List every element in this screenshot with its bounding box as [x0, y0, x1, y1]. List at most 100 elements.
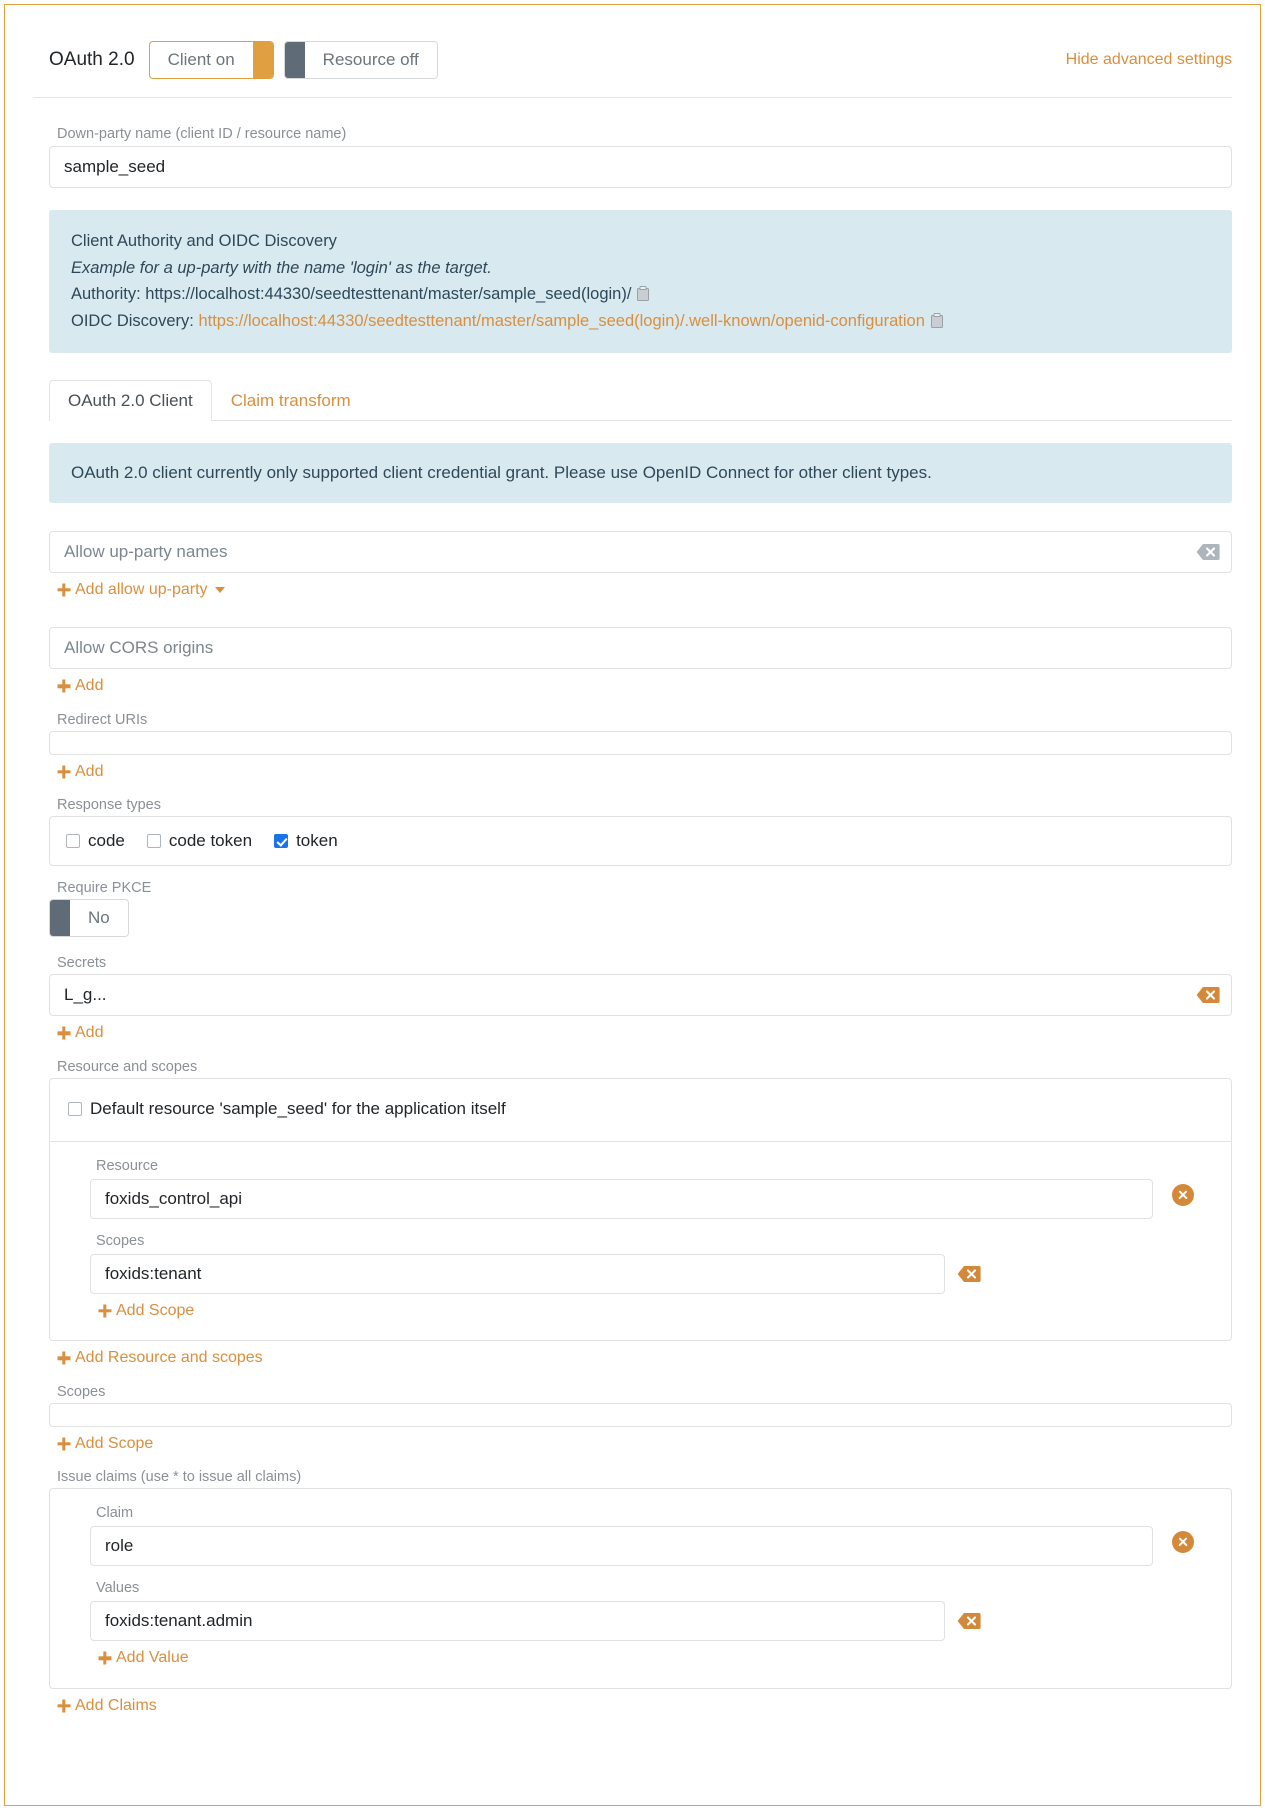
redirect-uris-group: Redirect URIs Add	[49, 712, 1232, 784]
authority-url: https://localhost:44330/seedtesttenant/m…	[145, 285, 631, 303]
copy-icon[interactable]	[637, 283, 649, 298]
resource-scope-input[interactable]	[90, 1254, 945, 1294]
down-party-name-input[interactable]	[49, 146, 1232, 188]
checkbox-checked-icon[interactable]	[274, 834, 288, 848]
response-types-group: Response types code code token token	[49, 797, 1232, 866]
toggle-group: Client on Resource off	[149, 41, 438, 79]
resource-card: Resource Scopes	[49, 1141, 1232, 1342]
plus-icon	[57, 765, 70, 778]
add-scope-link[interactable]: Add Scope	[57, 1435, 153, 1453]
checkbox-icon[interactable]	[66, 834, 80, 848]
clear-icon[interactable]	[1196, 986, 1220, 1004]
client-authority-info-box: Client Authority and OIDC Discovery Exam…	[49, 210, 1232, 353]
secrets-input[interactable]	[49, 974, 1232, 1016]
plus-icon	[57, 1352, 70, 1365]
plus-icon	[57, 1027, 70, 1040]
client-toggle[interactable]: Client on	[149, 41, 274, 79]
allow-up-party-group: Add allow up-party	[49, 531, 1232, 602]
checkbox-icon[interactable]	[68, 1102, 82, 1116]
allow-up-party-input[interactable]	[49, 531, 1232, 573]
issue-claims-group: Issue claims (use * to issue all claims)…	[49, 1469, 1232, 1717]
response-type-code-token-label: code token	[169, 831, 252, 851]
discovery-url-link[interactable]: https://localhost:44330/seedtesttenant/m…	[198, 312, 924, 330]
add-redirect-uri-label: Add	[75, 763, 103, 781]
oauth-header: OAuth 2.0 Client on Resource off Hide ad…	[5, 5, 1260, 87]
require-pkce-toggle-knob	[50, 900, 70, 936]
hide-advanced-settings-link[interactable]: Hide advanced settings	[1066, 51, 1232, 69]
response-type-code[interactable]: code	[66, 831, 125, 851]
add-resource-and-scopes-label: Add Resource and scopes	[75, 1349, 263, 1367]
response-types-panel: code code token token	[49, 816, 1232, 866]
authority-line: Authority: https://localhost:44330/seedt…	[71, 281, 1210, 308]
checkbox-icon[interactable]	[147, 834, 161, 848]
add-secret-link[interactable]: Add	[57, 1024, 103, 1042]
add-value-label: Add Value	[116, 1649, 189, 1667]
resource-and-scopes-label: Resource and scopes	[57, 1059, 1232, 1075]
scopes-input[interactable]	[49, 1403, 1232, 1427]
resource-input[interactable]	[90, 1179, 1153, 1219]
add-redirect-uri-link[interactable]: Add	[57, 763, 103, 781]
claim-card: Claim Values	[49, 1488, 1232, 1689]
authority-info-example: Example for a up-party with the name 'lo…	[71, 255, 1210, 282]
add-cors-origin-label: Add	[75, 677, 103, 695]
add-allow-up-party-link[interactable]: Add allow up-party	[57, 581, 225, 599]
down-party-name-group: Down-party name (client ID / resource na…	[49, 126, 1232, 188]
scopes-group: Scopes Add Scope	[49, 1384, 1232, 1456]
tab-oauth-client[interactable]: OAuth 2.0 Client	[49, 380, 212, 421]
page-title: OAuth 2.0	[49, 49, 135, 71]
authority-prefix: Authority:	[71, 285, 145, 303]
require-pkce-toggle[interactable]: No	[49, 899, 129, 937]
page-frame: OAuth 2.0 Client on Resource off Hide ad…	[4, 4, 1261, 1806]
issue-claims-label: Issue claims (use * to issue all claims)	[57, 1469, 1232, 1485]
clear-icon[interactable]	[957, 1265, 981, 1283]
tab-bar: OAuth 2.0 Client Claim transform	[49, 379, 1232, 421]
add-scope-link[interactable]: Add Scope	[98, 1302, 194, 1320]
cors-origins-input[interactable]	[49, 627, 1232, 669]
copy-icon[interactable]	[931, 310, 943, 325]
resource-label: Resource	[96, 1158, 1153, 1174]
resource-toggle[interactable]: Resource off	[284, 41, 438, 79]
redirect-uris-label: Redirect URIs	[57, 712, 1232, 728]
require-pkce-label: Require PKCE	[57, 880, 1232, 896]
add-claims-label: Add Claims	[75, 1697, 157, 1715]
down-party-name-label: Down-party name (client ID / resource na…	[57, 126, 1232, 142]
add-scope-label: Add Scope	[116, 1302, 194, 1320]
add-resource-and-scopes-link[interactable]: Add Resource and scopes	[57, 1349, 263, 1367]
resource-toggle-label: Resource off	[305, 42, 437, 78]
redirect-uris-input[interactable]	[49, 731, 1232, 755]
client-toggle-knob	[253, 42, 273, 78]
claim-input[interactable]	[90, 1526, 1153, 1566]
plus-icon	[57, 680, 70, 693]
values-label: Values	[96, 1580, 1153, 1596]
chevron-down-icon	[215, 587, 225, 593]
add-claims-link[interactable]: Add Claims	[57, 1697, 157, 1715]
plus-icon	[57, 583, 70, 596]
delete-claim-icon[interactable]	[1172, 1531, 1194, 1553]
claim-label: Claim	[96, 1505, 1153, 1521]
clear-icon[interactable]	[1196, 543, 1220, 561]
scopes-label: Scopes	[57, 1384, 1232, 1400]
add-value-link[interactable]: Add Value	[98, 1649, 189, 1667]
client-toggle-label: Client on	[150, 42, 253, 78]
add-cors-origin-link[interactable]: Add	[57, 677, 103, 695]
default-resource-label: Default resource 'sample_seed' for the a…	[90, 1099, 506, 1119]
add-scope-label: Add Scope	[75, 1435, 153, 1453]
plus-icon	[98, 1652, 111, 1665]
response-type-code-token[interactable]: code token	[147, 831, 252, 851]
discovery-line: OIDC Discovery: https://localhost:44330/…	[71, 308, 1210, 335]
add-allow-up-party-label: Add allow up-party	[75, 581, 208, 599]
response-type-token[interactable]: token	[274, 831, 338, 851]
clear-icon[interactable]	[957, 1612, 981, 1630]
default-resource-panel: Default resource 'sample_seed' for the a…	[49, 1078, 1232, 1141]
secrets-group: Secrets Add	[49, 955, 1232, 1045]
default-resource-checkbox-row[interactable]: Default resource 'sample_seed' for the a…	[68, 1099, 506, 1119]
discovery-prefix: OIDC Discovery:	[71, 312, 198, 330]
authority-info-title: Client Authority and OIDC Discovery	[71, 228, 1210, 255]
resource-and-scopes-group: Resource and scopes Default resource 'sa…	[49, 1059, 1232, 1370]
plus-icon	[57, 1699, 70, 1712]
resource-toggle-knob	[285, 42, 305, 78]
delete-resource-icon[interactable]	[1172, 1184, 1194, 1206]
claim-value-input[interactable]	[90, 1601, 945, 1641]
tab-claim-transform[interactable]: Claim transform	[212, 380, 370, 421]
grant-support-banner: OAuth 2.0 client currently only supporte…	[49, 443, 1232, 503]
